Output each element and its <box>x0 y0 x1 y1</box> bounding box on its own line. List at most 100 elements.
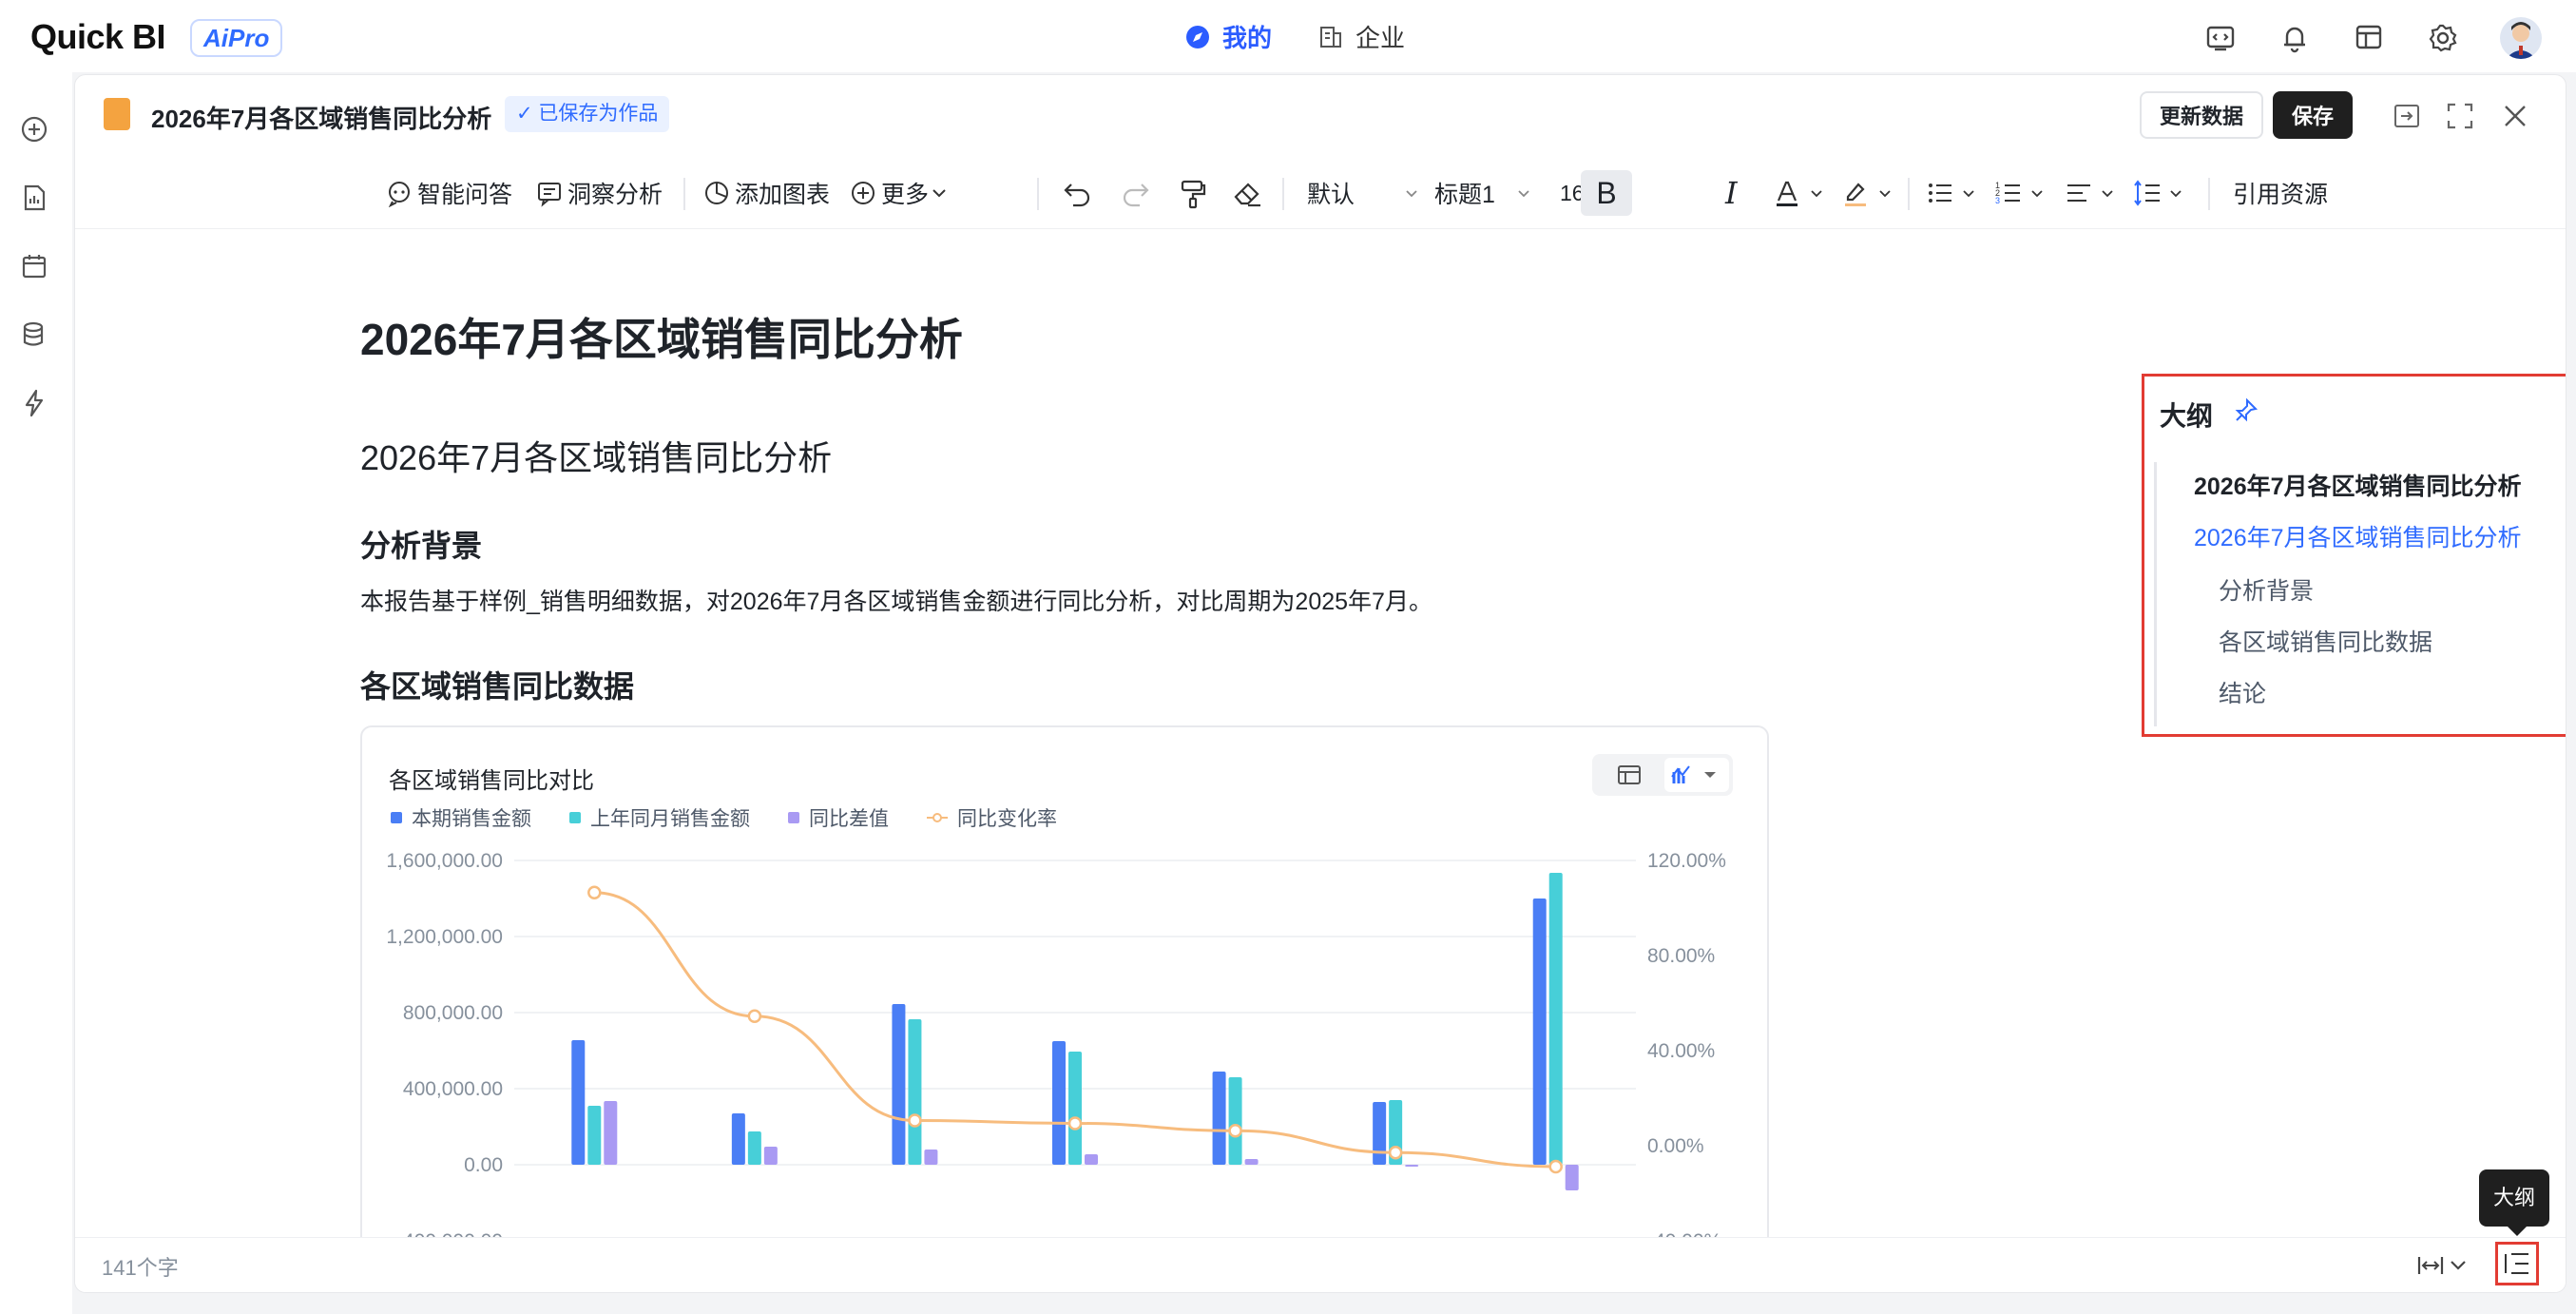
bar <box>1532 899 1547 1165</box>
legend-item-current[interactable]: 本期销售金额 <box>391 803 531 832</box>
bell-icon[interactable] <box>2278 21 2312 55</box>
chart-legend: 本期销售金额 上年同月销售金额 同比差值 同比变化率 <box>391 803 1057 832</box>
bar <box>1228 1077 1242 1165</box>
calendar-icon[interactable] <box>19 251 49 281</box>
bar <box>763 1147 778 1165</box>
building-icon <box>1320 26 1341 48</box>
redo-icon[interactable] <box>1119 174 1153 212</box>
legend-label: 本期销售金额 <box>412 808 531 830</box>
fullscreen-icon[interactable] <box>2444 100 2476 132</box>
page-width-dropdown[interactable] <box>2415 1251 2472 1280</box>
undo-icon[interactable] <box>1060 174 1094 212</box>
bar <box>924 1150 938 1165</box>
heading-1[interactable]: 2026年7月各区域销售同比分析 <box>360 431 832 480</box>
insight-button[interactable]: 洞察分析 <box>535 174 663 212</box>
chevron-down-icon <box>932 189 946 198</box>
bar <box>604 1101 618 1165</box>
bold-button[interactable]: B <box>1581 170 1632 216</box>
font-color-icon <box>1777 181 1797 206</box>
table-view-tab[interactable] <box>1596 758 1663 792</box>
align-left-icon <box>2067 184 2090 202</box>
outline-item-doc-title[interactable]: 2026年7月各区域销售同比分析 <box>2194 468 2522 502</box>
outline-item-background[interactable]: 分析背景 <box>2219 572 2314 607</box>
y-right-tick-label: 120.00% <box>1647 850 1726 872</box>
section-heading-background[interactable]: 分析背景 <box>360 522 482 566</box>
svg-text:3: 3 <box>1995 196 2000 205</box>
outline-toggle-button[interactable] <box>2495 1242 2539 1285</box>
format-painter-icon[interactable] <box>1176 174 1210 212</box>
nav-enterprise[interactable]: 企业 <box>1317 19 1405 54</box>
editor-toolbar: 智能问答 洞察分析 添加图表 更多 默认 标题1 16 B I 1 2 3 引用… <box>75 157 2566 229</box>
more-dropdown[interactable]: 更多 <box>849 174 953 212</box>
update-data-button[interactable]: 更新数据 <box>2140 91 2263 139</box>
rate-point <box>1548 1159 1563 1174</box>
italic-button[interactable]: I <box>1725 174 1738 212</box>
editor-panel: 2026年7月各区域销售同比分析 ✓ 已保存为作品 更新数据 保存 智能问答 洞… <box>74 74 2566 1293</box>
legend-item-diff[interactable]: 同比差值 <box>788 803 889 832</box>
legend-swatch <box>569 812 581 823</box>
top-bar: Quick BI AiPro 我的 企业 <box>0 0 2576 72</box>
font-select[interactable]: 默认 <box>1307 174 1425 212</box>
lightning-icon[interactable] <box>19 388 49 418</box>
add-circle-icon[interactable] <box>19 114 49 145</box>
saved-badge[interactable]: ✓ 已保存为作品 <box>505 96 670 132</box>
database-icon[interactable] <box>19 319 49 350</box>
aipro-badge[interactable]: AiPro <box>190 19 283 57</box>
cite-resource-button[interactable]: 引用资源 <box>2233 174 2328 212</box>
document-heading[interactable]: 2026年7月各区域销售同比分析 <box>360 305 963 368</box>
toolbar-divider <box>1908 178 1910 210</box>
section-heading-data[interactable]: 各区域销售同比数据 <box>360 663 634 706</box>
heading-select[interactable]: 标题1 <box>1434 174 1537 212</box>
top-icons <box>2203 17 2542 59</box>
chart-card[interactable]: 1,600,000.00 1,200,000.00 800,000.00 400,00… <box>360 725 1769 1292</box>
outline-item-heading-1[interactable]: 2026年7月各区域销售同比分析 <box>2194 519 2522 553</box>
bar <box>1212 1072 1226 1165</box>
bar <box>1244 1159 1259 1165</box>
y-right-tick-label: 0.00% <box>1647 1135 1704 1157</box>
dashboard-icon[interactable] <box>2352 21 2386 55</box>
add-chart-label: 添加图表 <box>735 182 831 208</box>
legend-line-swatch <box>927 813 948 822</box>
bullet-list-dropdown[interactable] <box>1925 174 1982 212</box>
numbered-list-dropdown[interactable]: 123 <box>1993 174 2050 212</box>
legend-item-last-year[interactable]: 上年同月销售金额 <box>569 803 750 832</box>
smart-qa-button[interactable]: 智能问答 <box>385 174 512 212</box>
chevron-down-icon <box>1406 190 1417 198</box>
chevron-down-icon <box>2102 190 2113 198</box>
table-icon <box>1618 765 1641 784</box>
compass-icon <box>1186 25 1209 48</box>
legend-item-rate[interactable]: 同比变化率 <box>927 803 1057 832</box>
save-button[interactable]: 保存 <box>2273 91 2353 139</box>
close-icon[interactable] <box>2499 100 2531 132</box>
developer-icon[interactable] <box>2203 21 2238 55</box>
highlight-dropdown[interactable] <box>1839 174 1898 212</box>
avatar[interactable] <box>2500 17 2542 59</box>
gear-icon[interactable] <box>2426 21 2460 55</box>
line-height-dropdown[interactable] <box>2132 174 2189 212</box>
bar <box>571 1040 586 1165</box>
rate-point <box>1228 1124 1242 1138</box>
chart-view-tab[interactable] <box>1664 758 1729 792</box>
y-left-tick-label: 400,000.00 <box>403 1078 503 1100</box>
report-icon[interactable] <box>19 183 49 213</box>
outline-item-data[interactable]: 各区域销售同比数据 <box>2219 624 2432 658</box>
y-left-tick-label: 1,600,000.00 <box>386 850 503 872</box>
chevron-down-icon <box>2031 190 2043 198</box>
y-right-tick-label: 40.00% <box>1647 1040 1715 1062</box>
eraser-icon[interactable] <box>1231 174 1265 212</box>
chevron-down-icon <box>1879 190 1891 198</box>
nav-mine[interactable]: 我的 <box>1184 19 1272 54</box>
add-chart-button[interactable]: 添加图表 <box>702 174 830 212</box>
status-bar: 141个字 <box>75 1237 2566 1292</box>
font-color-dropdown[interactable] <box>1771 174 1830 212</box>
export-icon[interactable] <box>2391 100 2423 132</box>
pin-icon[interactable] <box>2234 397 2259 424</box>
outline-icon <box>2505 1253 2528 1274</box>
bar <box>1405 1165 1419 1167</box>
align-dropdown[interactable] <box>2064 174 2121 212</box>
app-logo[interactable]: Quick BI <box>30 17 166 57</box>
document-title[interactable]: 2026年7月各区域销售同比分析 <box>151 100 491 135</box>
outline-item-conclusion[interactable]: 结论 <box>2219 675 2266 709</box>
paragraph-background[interactable]: 本报告基于样例_销售明细数据，对2026年7月各区域销售金额进行同比分析，对比周… <box>360 583 1432 617</box>
legend-label: 同比差值 <box>809 808 889 830</box>
